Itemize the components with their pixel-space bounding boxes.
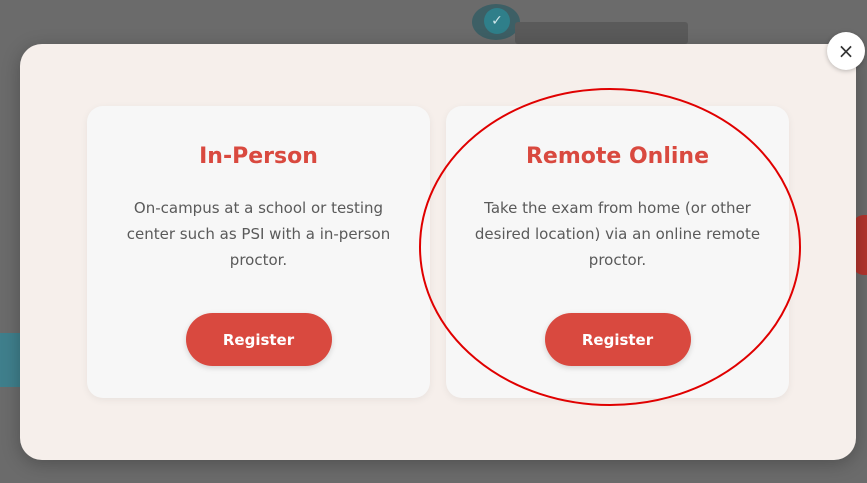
remote-online-description: Take the exam from home (or other desire… — [474, 199, 761, 269]
in-person-title: In-Person — [199, 144, 318, 169]
background-progress-bar — [515, 22, 688, 44]
remote-online-card: Remote Online Take the exam from home (o… — [446, 106, 789, 398]
check-icon: ✓ — [484, 8, 510, 34]
remote-online-register-button[interactable]: Register — [544, 313, 691, 366]
close-icon: × — [837, 39, 855, 63]
in-person-register-button[interactable]: Register — [185, 313, 332, 366]
close-button[interactable]: × — [827, 32, 865, 70]
remote-online-title: Remote Online — [525, 144, 710, 169]
in-person-description: On-campus at a school or testing center … — [126, 199, 391, 269]
background-teal-button — [0, 333, 22, 387]
in-person-card: In-Person On-campus at a school or testi… — [87, 106, 430, 398]
